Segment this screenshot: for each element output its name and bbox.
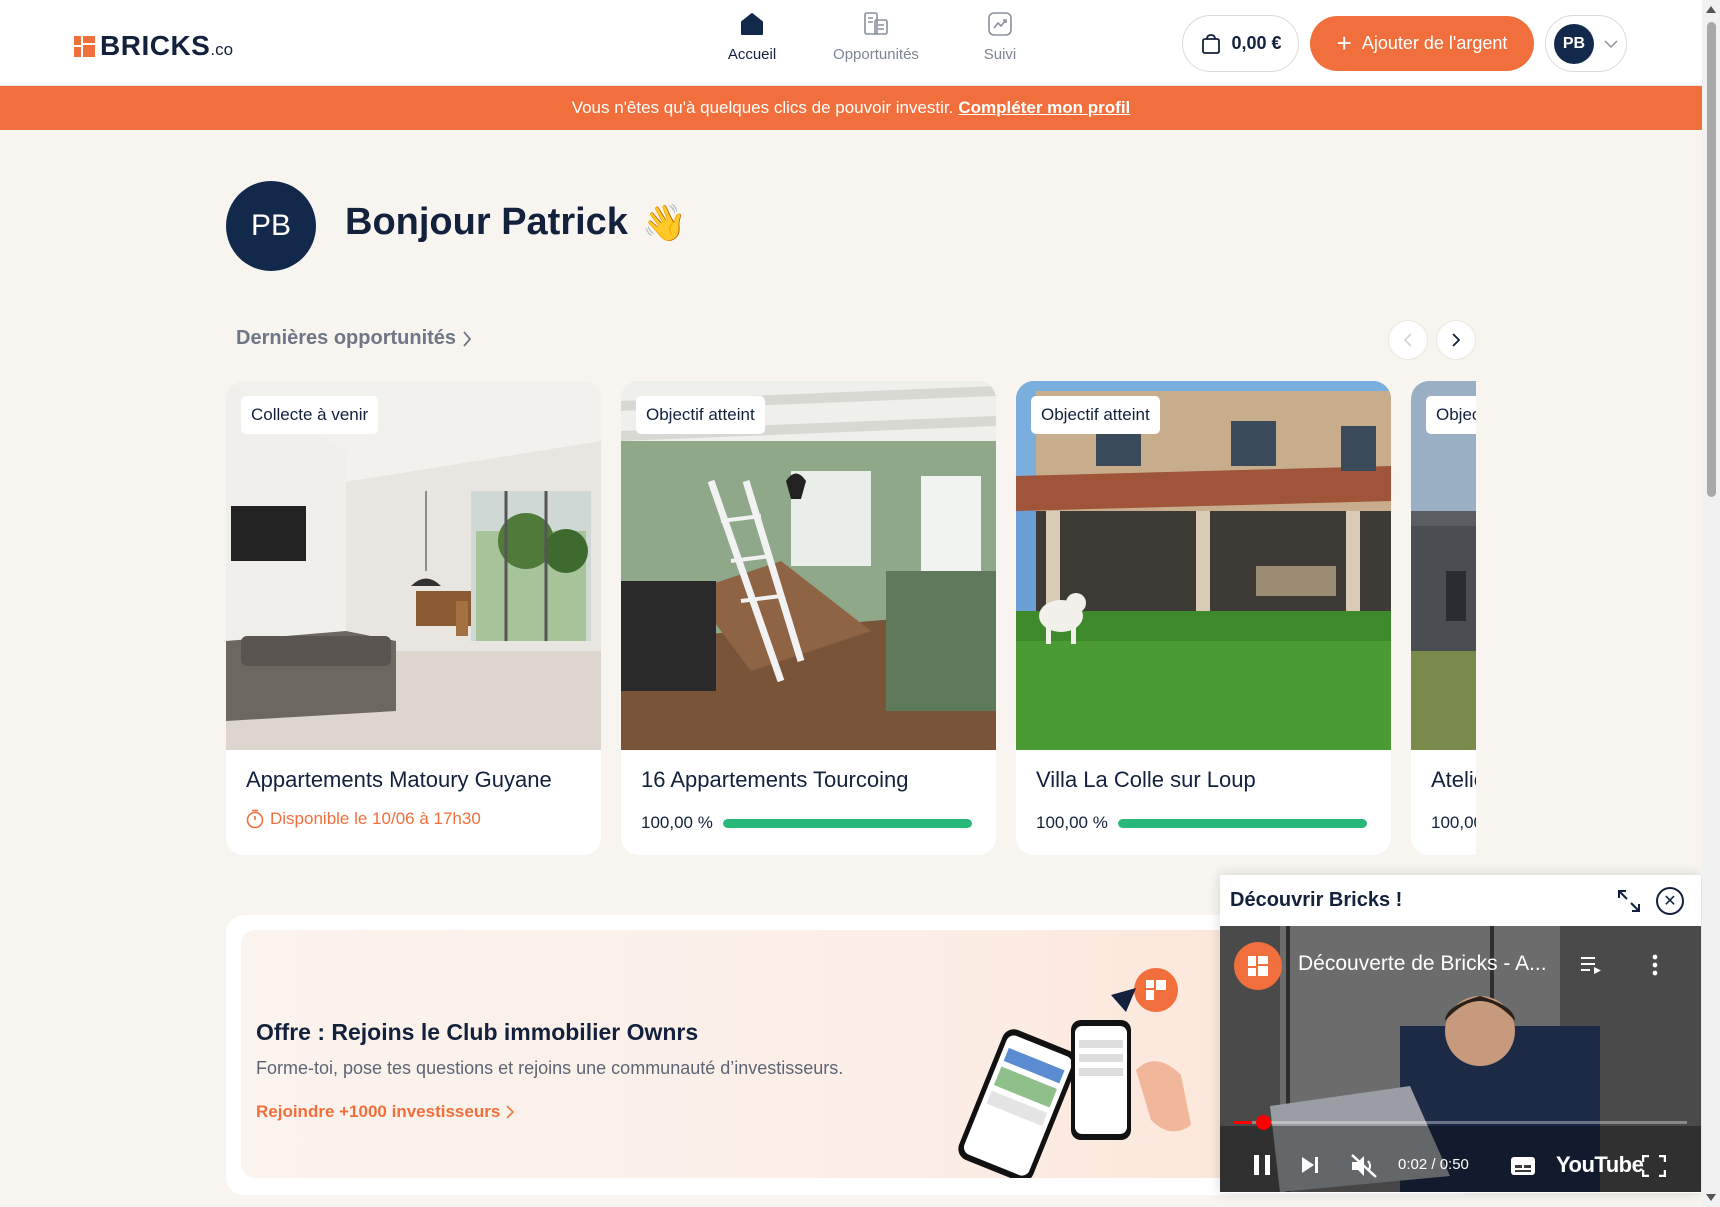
progress-percent: 100,00 % [1431,813,1476,832]
progress-percent: 100,00 % [641,813,713,832]
progress-fill [1117,818,1367,828]
wallet-bag-icon [1202,33,1221,54]
nav-label: Opportunités [833,46,919,63]
nav-item-accueil[interactable]: Accueil [690,10,814,63]
complete-profile-link[interactable]: Compléter mon profil [958,98,1130,118]
chart-icon [988,12,1012,36]
card-status-tag: Objectif atteint [1426,396,1476,434]
video-popup: Découvrir Bricks ! ✕ Découverte de Brick… [1220,875,1701,1193]
card-image: Objectif atteint [1411,381,1476,750]
card-funding-progress: 100,00 % [1431,813,1476,833]
latest-opportunities-link[interactable]: Dernières opportunités [236,327,472,350]
progress-bar [722,818,972,828]
pause-icon[interactable] [1252,1154,1272,1176]
opportunity-card[interactable]: Objectif atteint Villa La Colle sur Loup… [1016,381,1391,855]
youtube-logo[interactable]: YouTube [1556,1152,1644,1178]
carousel-prev-button[interactable] [1388,320,1428,360]
card-title: Appartements Matoury Guyane [246,767,552,792]
bricks-logo[interactable]: BRICKS.co [74,30,233,62]
profile-completion-banner: Vous n'êtes qu'à quelques clics de pouvo… [0,86,1702,130]
channel-logo-icon[interactable] [1234,942,1282,990]
nav-label: Suivi [983,46,1017,63]
card-status-tag: Objectif atteint [1031,396,1160,434]
chevron-right-icon [506,1105,515,1119]
plus-icon: + [1336,27,1352,58]
banner-text: Vous n'êtes qu'à quelques clics de pouvo… [571,98,954,117]
page-scrollbar[interactable] [1702,0,1720,1207]
offer-description: Forme-toi, pose tes questions et rejoins… [256,1058,844,1078]
home-icon [741,13,763,35]
join-club-label: Rejoindre +1000 investisseurs [256,1102,501,1121]
scrollbar-thumb[interactable] [1707,22,1716,497]
video-scrubber-handle[interactable] [1256,1115,1271,1130]
timer-icon [246,809,264,829]
card-image: Collecte à venir [226,381,601,750]
chevron-right-icon [1452,333,1461,347]
close-icon[interactable]: ✕ [1656,887,1684,915]
greeting-heading: Bonjour Patrick 👋 [345,201,687,244]
expand-icon[interactable] [1615,887,1643,915]
video-progress-fill [1234,1121,1253,1124]
video-player[interactable]: Découverte de Bricks - A... 0:02 / 0:50 … [1220,926,1701,1192]
chevron-down-icon [1604,39,1618,48]
scroll-up-arrow[interactable] [1706,6,1716,13]
add-money-button[interactable]: + Ajouter de l'argent [1310,16,1534,71]
card-image: Objectif atteint [1016,381,1391,750]
video-title[interactable]: Découverte de Bricks - A... [1298,952,1547,976]
nav-label: Accueil [727,46,777,63]
card-title: 16 Appartements Tourcoing [641,767,909,792]
wallet-balance-button[interactable]: 0,00 € [1182,15,1299,72]
chevron-right-icon [463,330,472,347]
scroll-down-arrow[interactable] [1706,1194,1716,1201]
video-time: 0:02 / 0:50 [1398,1156,1469,1173]
video-progress-bar[interactable] [1234,1121,1687,1124]
progress-fill [722,818,972,828]
card-status-tag: Objectif atteint [636,396,765,434]
logo-text: BRICKS.co [100,30,234,61]
availability-text: Disponible le 10/06 à 17h30 [270,809,481,828]
card-funding-progress: 100,00 % [641,813,972,833]
section-title: Dernières opportunités [236,327,457,349]
card-title: Atelier [1431,767,1476,792]
progress-percent: 100,00 % [1036,813,1108,832]
card-availability: Disponible le 10/06 à 17h30 [246,809,481,829]
captions-icon[interactable] [1510,1156,1536,1176]
profile-menu-button[interactable]: PB [1545,15,1627,72]
user-avatar-large: PB [226,181,316,271]
opportunity-card[interactable]: Objectif atteint 16 Appartements Tourcoi… [621,381,996,855]
card-title: Villa La Colle sur Loup [1036,767,1256,792]
playlist-icon[interactable] [1580,954,1602,974]
card-image: Objectif atteint [621,381,996,750]
join-club-link[interactable]: Rejoindre +1000 investisseurs [256,1102,515,1122]
opportunity-card[interactable]: Objectif atteint Atelier 100,00 % [1411,381,1476,855]
wallet-amount: 0,00 € [1231,33,1282,53]
greeting-text: Bonjour Patrick [345,201,628,243]
carousel-next-button[interactable] [1436,320,1476,360]
card-status-tag: Collecte à venir [241,396,379,434]
chevron-left-icon [1403,333,1412,347]
bricks-logo-icon [74,35,95,57]
waving-hand-icon: 👋 [641,201,687,243]
more-options-icon[interactable] [1652,954,1658,976]
video-popup-title: Découvrir Bricks ! [1230,888,1403,911]
next-icon[interactable] [1300,1156,1320,1174]
avatar: PB [1554,23,1594,64]
nav-item-opportunites[interactable]: Opportunités [814,10,938,63]
card-funding-progress: 100,00 % [1036,813,1367,833]
opportunity-card[interactable]: Collecte à venir Appartements Matoury Gu… [226,381,601,855]
fullscreen-icon[interactable] [1642,1155,1666,1177]
offer-title: Offre : Rejoins le Club immobilier Ownrs [256,1019,699,1045]
progress-bar [1117,818,1367,828]
mute-icon[interactable] [1350,1153,1378,1179]
buildings-icon [864,12,888,35]
add-money-label: Ajouter de l'argent [1361,33,1508,53]
opportunities-carousel: Collecte à venir Appartements Matoury Gu… [226,381,1476,856]
top-header: BRICKS.co Accueil Opportunités Suivi 0,0… [0,0,1702,86]
main-nav: Accueil Opportunités Suivi [690,10,1062,63]
nav-item-suivi[interactable]: Suivi [938,10,1062,63]
